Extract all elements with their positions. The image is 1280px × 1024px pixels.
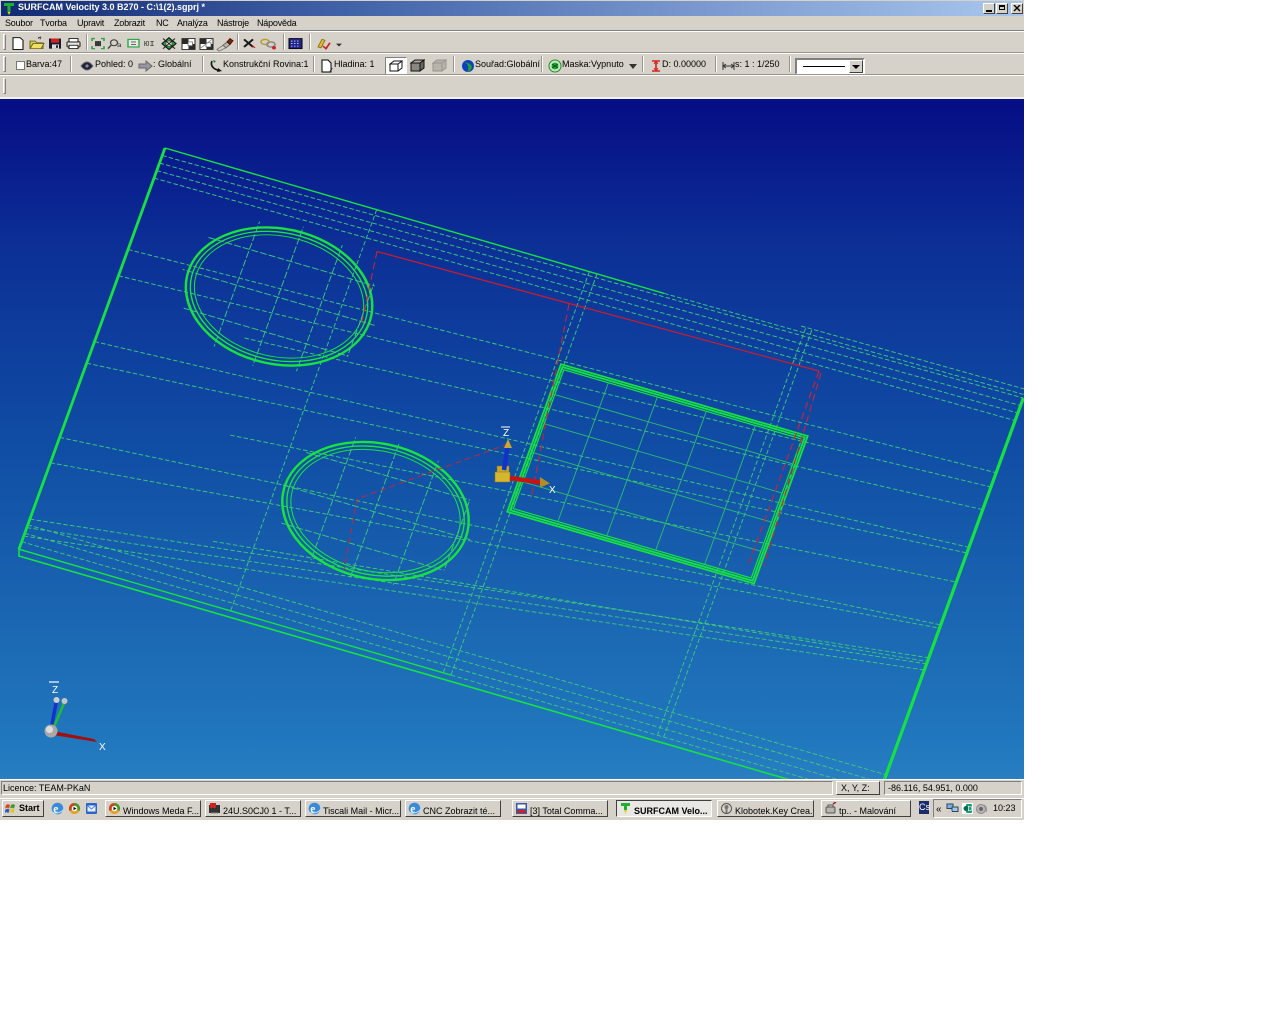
svg-text:a: a [117, 41, 122, 49]
svg-text:ЮI: ЮI [144, 41, 155, 49]
svg-text:D: D [968, 806, 973, 813]
svg-text:Z: Z [52, 685, 58, 696]
svg-text:Z: Z [503, 428, 509, 439]
svg-text:X: X [99, 742, 106, 753]
svg-text:X: X [549, 485, 556, 496]
